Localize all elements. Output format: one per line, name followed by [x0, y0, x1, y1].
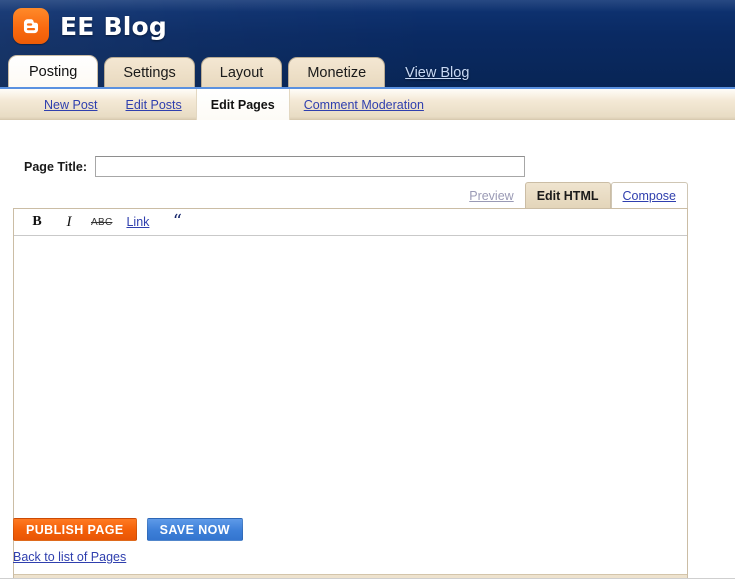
page-title-label: Page Title: [24, 159, 87, 174]
tab-layout-label: Layout [219, 64, 264, 81]
blog-title: EE Blog [60, 11, 167, 41]
subnav-item-edit-posts[interactable]: Edit Posts [112, 89, 196, 120]
tab-monetize-label: Monetize [307, 64, 367, 81]
view-blog-link[interactable]: View Blog [405, 65, 469, 81]
blockquote-icon[interactable]: “ [164, 212, 190, 232]
blogger-b-icon[interactable] [13, 8, 49, 44]
publish-page-button[interactable]: PUBLISH PAGE [13, 518, 137, 541]
tab-preview[interactable]: Preview [458, 184, 524, 208]
strikethrough-icon[interactable]: ABC [88, 212, 115, 232]
page-title-row: Page Title: [0, 156, 525, 177]
tab-monetize[interactable]: Monetize [288, 57, 386, 87]
bold-icon[interactable]: B [24, 212, 50, 232]
insert-link-button[interactable]: Link [123, 212, 152, 232]
tab-posting-label: Posting [29, 63, 78, 80]
italic-icon[interactable]: I [56, 212, 82, 232]
main-content: Page Title: Preview Edit HTML Compose B … [0, 120, 735, 578]
app-header: EE Blog Posting Settings Layout Monetize… [0, 0, 735, 87]
editor-mode-tabs: Preview Edit HTML Compose [458, 182, 688, 208]
tab-posting[interactable]: Posting [8, 55, 99, 87]
tab-settings-label: Settings [123, 64, 176, 81]
subnav: New Post Edit Posts Edit Pages Comment M… [0, 89, 735, 120]
subnav-item-comment-moderation[interactable]: Comment Moderation [290, 89, 438, 120]
save-now-button[interactable]: SAVE NOW [146, 518, 243, 541]
tab-settings[interactable]: Settings [104, 57, 195, 87]
blogger-edit-pages-screen: EE Blog Posting Settings Layout Monetize… [0, 0, 735, 579]
main-tab-strip: Posting Settings Layout Monetize View Bl… [0, 55, 735, 87]
post-options-bar[interactable]: Post Options [14, 574, 687, 578]
tab-layout[interactable]: Layout [200, 57, 283, 87]
editor-toolbar: B I ABC Link “ [14, 209, 687, 236]
subnav-item-edit-pages[interactable]: Edit Pages [195, 89, 290, 120]
page-title-input[interactable] [95, 156, 525, 177]
back-to-list-of-pages-link[interactable]: Back to list of Pages [13, 550, 126, 564]
action-buttons: PUBLISH PAGE SAVE NOW [13, 518, 243, 541]
brand: EE Blog [13, 8, 167, 44]
tab-compose[interactable]: Compose [610, 182, 688, 208]
subnav-item-new-post[interactable]: New Post [30, 89, 112, 120]
tab-edit-html[interactable]: Edit HTML [524, 182, 611, 208]
